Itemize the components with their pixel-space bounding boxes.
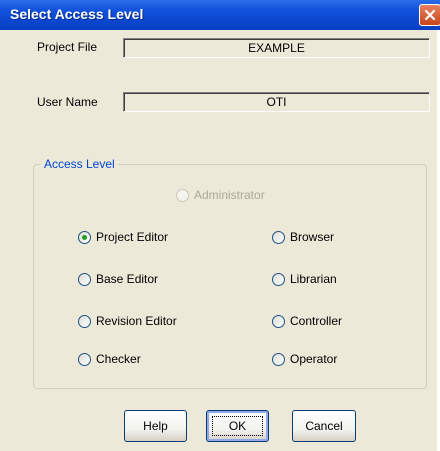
radio-controller[interactable]: Controller [272, 314, 342, 328]
radio-circle-icon [78, 272, 91, 286]
radio-circle-icon [272, 230, 285, 244]
user-name-field: OTI [123, 92, 430, 112]
radio-base-editor[interactable]: Base Editor [78, 272, 158, 286]
radio-circle-icon [272, 352, 285, 366]
radio-administrator: Administrator [176, 188, 265, 202]
radio-checker[interactable]: Checker [78, 352, 141, 366]
title-bar[interactable]: Select Access Level [0, 0, 440, 30]
radio-project-editor[interactable]: Project Editor [78, 230, 168, 244]
radio-browser[interactable]: Browser [272, 230, 334, 244]
radio-circle-icon [78, 352, 91, 366]
ok-button[interactable]: OK [206, 410, 269, 442]
access-level-legend: Access Level [41, 157, 118, 171]
radio-librarian[interactable]: Librarian [272, 272, 337, 286]
project-file-field: EXAMPLE [123, 38, 430, 58]
radio-revision-editor[interactable]: Revision Editor [78, 314, 177, 328]
window-title: Select Access Level [10, 6, 144, 22]
radio-circle-icon [176, 188, 189, 202]
radio-circle-icon [272, 314, 285, 328]
select-access-level-dialog: Select Access Level Project File EXAMPLE… [0, 0, 440, 451]
radio-selected-icon [78, 230, 91, 244]
radio-circle-icon [272, 272, 285, 286]
project-file-label: Project File [37, 40, 98, 54]
close-icon [424, 9, 436, 21]
user-name-label: User Name [37, 95, 98, 109]
help-button[interactable]: Help [124, 410, 187, 442]
radio-operator[interactable]: Operator [272, 352, 337, 366]
radio-circle-icon [78, 314, 91, 328]
close-button[interactable] [419, 4, 440, 26]
cancel-button[interactable]: Cancel [292, 410, 356, 442]
